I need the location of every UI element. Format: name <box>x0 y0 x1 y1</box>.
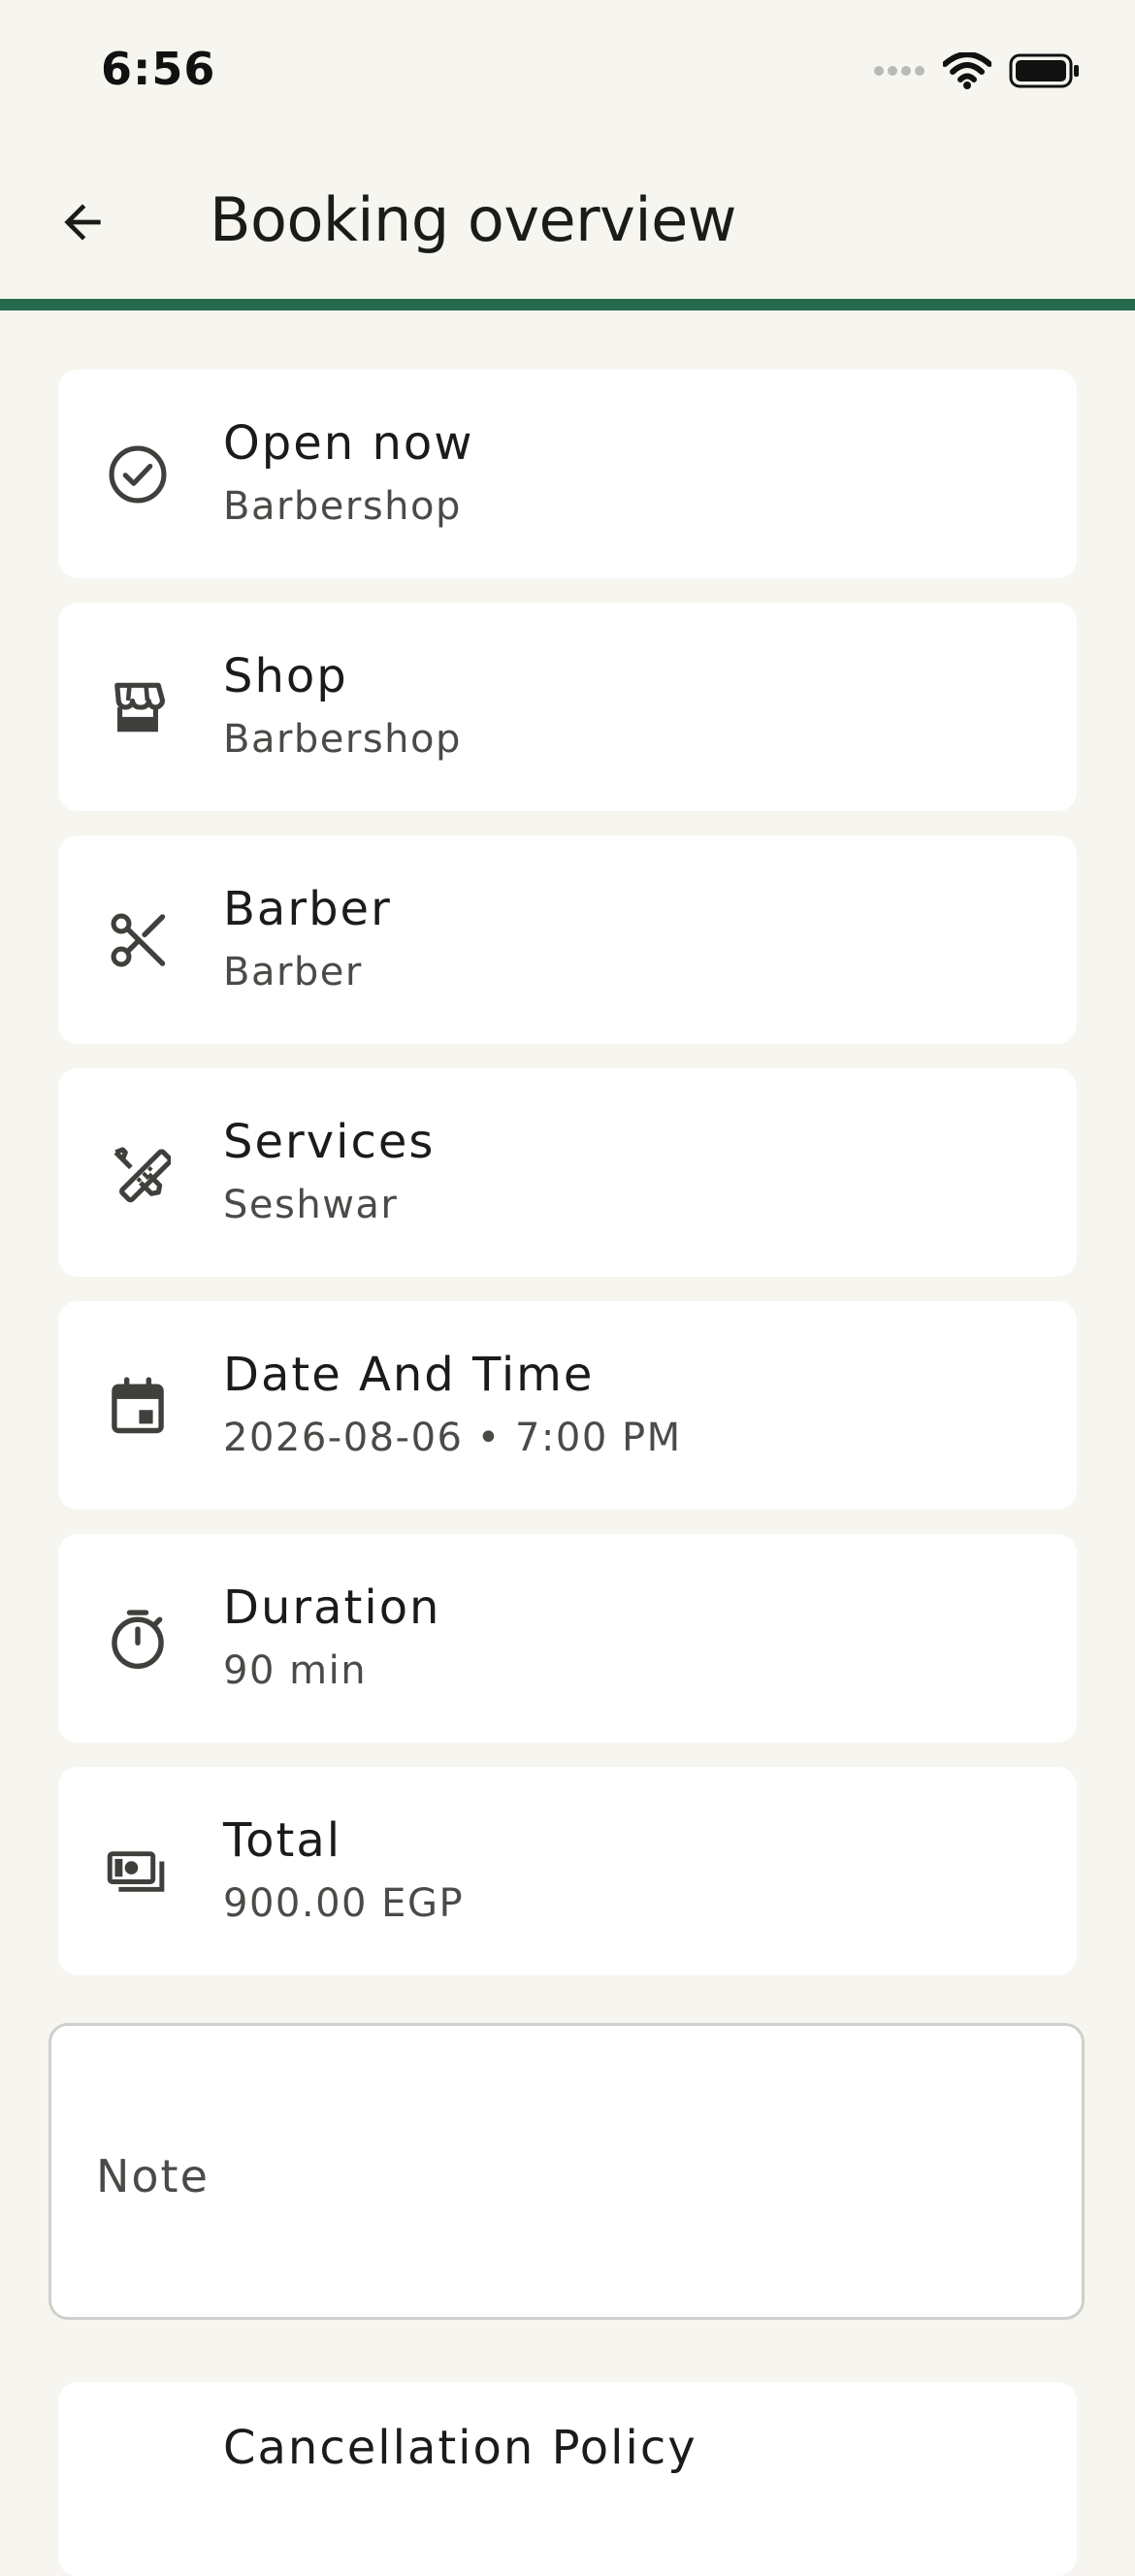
cancellation-policy-card[interactable]: Cancellation Policy <box>58 2382 1077 2576</box>
card-shop: Shop Barbershop <box>58 603 1077 811</box>
tools-icon <box>105 1140 171 1206</box>
card-title: Total <box>223 1813 342 1868</box>
card-title: Services <box>223 1115 436 1169</box>
card-total: Total 900.00 EGP <box>58 1767 1077 1975</box>
card-subtitle: 900.00 EGP <box>223 1881 465 1926</box>
card-title: Open now <box>223 416 474 471</box>
card-subtitle: Barber <box>223 950 363 995</box>
card-title: Shop <box>223 649 348 703</box>
card-subtitle: 90 min <box>223 1648 368 1693</box>
card-duration: Duration 90 min <box>58 1534 1077 1743</box>
battery-icon <box>1009 53 1081 92</box>
card-barber: Barber Barber <box>58 835 1077 1044</box>
timer-icon <box>105 1606 171 1672</box>
cellular-signal-icon <box>873 63 925 82</box>
progress-divider <box>0 299 1135 310</box>
card-subtitle: Barbershop <box>223 484 462 529</box>
note-input[interactable]: Note <box>49 2023 1085 2320</box>
calendar-icon <box>105 1373 171 1439</box>
card-subtitle: Barbershop <box>223 717 462 762</box>
note-label: Note <box>96 2150 210 2202</box>
status-time: 6:56 <box>101 43 216 95</box>
cancellation-policy-title: Cancellation Policy <box>223 2421 697 2475</box>
card-services: Services Seshwar <box>58 1068 1077 1277</box>
card-subtitle: 2026-08-06 • 7:00 PM <box>223 1416 682 1460</box>
payments-icon <box>105 1839 171 1905</box>
check-circle-icon <box>105 441 171 507</box>
card-date-time: Date And Time 2026-08-06 • 7:00 PM <box>58 1301 1077 1510</box>
scissors-icon <box>105 907 171 973</box>
card-title: Date And Time <box>223 1348 595 1402</box>
card-title: Duration <box>223 1581 441 1635</box>
booking-details-list: Open now Barbershop Shop Barbershop Barb… <box>58 370 1077 2000</box>
wifi-icon <box>942 51 992 93</box>
back-button[interactable] <box>39 180 126 268</box>
page-title: Booking overview <box>210 184 736 255</box>
card-title: Barber <box>223 882 392 936</box>
app-bar: Booking overview <box>0 146 1135 301</box>
status-bar: 6:56 <box>0 0 1135 146</box>
card-subtitle: Seshwar <box>223 1183 399 1227</box>
card-open-now: Open now Barbershop <box>58 370 1077 578</box>
status-icons <box>873 51 1081 93</box>
storefront-icon <box>105 674 171 740</box>
arrow-back-icon <box>55 195 110 253</box>
